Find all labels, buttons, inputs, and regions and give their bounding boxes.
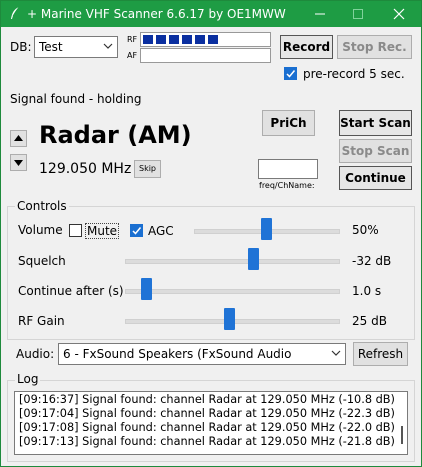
meter-segment	[195, 35, 205, 44]
log-scrollbar[interactable]	[401, 426, 403, 444]
triangle-up-icon	[14, 135, 23, 141]
start-scan-button-label: Start Scan	[340, 116, 411, 130]
start-scan-button[interactable]: Start Scan	[339, 110, 412, 136]
squelch-value: -32 dB	[352, 254, 392, 268]
freq-label: freq/ChName:	[259, 181, 315, 190]
stop-scan-button[interactable]: Stop Scan	[339, 139, 412, 163]
meter-segment	[182, 35, 192, 44]
audio-label: Audio:	[16, 347, 55, 361]
log-line: [09:17:04] Signal found: channel Radar a…	[19, 407, 395, 420]
chevron-down-icon	[103, 43, 113, 49]
rf-gain-value: 25 dB	[352, 314, 387, 328]
db-select[interactable]: Test	[34, 36, 118, 58]
meter-segment	[156, 35, 166, 44]
db-selected-value: Test	[39, 40, 63, 54]
feather-icon	[11, 6, 20, 19]
minimize-icon	[315, 13, 325, 15]
triangle-down-icon	[14, 160, 23, 166]
rf-level-meter	[140, 32, 271, 47]
stop-scan-button-label: Stop Scan	[341, 144, 410, 158]
db-label: DB:	[10, 40, 32, 54]
controls-title: Controls	[15, 199, 69, 213]
close-button[interactable]	[377, 1, 421, 27]
continue-after-slider-thumb[interactable]	[141, 278, 153, 300]
refresh-button-label: Refresh	[357, 347, 404, 361]
meter-segment	[208, 35, 218, 44]
continue-after-label: Continue after (s)	[18, 284, 124, 298]
log-line: [09:17:13] Signal found: channel Radar a…	[19, 435, 395, 448]
checkmark-icon	[132, 227, 142, 235]
refresh-button[interactable]: Refresh	[353, 342, 408, 366]
meter-segment	[143, 35, 153, 44]
title-bar[interactable]: + Marine VHF Scanner 6.6.17 by OE1MWW	[1, 1, 421, 27]
volume-slider-thumb[interactable]	[261, 218, 272, 240]
af-level-meter	[140, 48, 271, 63]
continue-button-label: Continue	[345, 171, 406, 185]
agc-label: AGC	[148, 224, 174, 238]
channel-down-button[interactable]	[10, 154, 27, 171]
log-line: [09:17:08] Signal found: channel Radar a…	[19, 421, 395, 434]
app-window: + Marine VHF Scanner 6.6.17 by OE1MWW DB…	[0, 0, 422, 467]
log-textbox[interactable]: [09:16:37] Signal found: channel Radar a…	[14, 391, 408, 455]
prich-button[interactable]: PriCh	[262, 110, 315, 136]
rf-gain-slider-thumb[interactable]	[224, 308, 236, 330]
continue-after-value: 1.0 s	[352, 284, 382, 298]
freq-input[interactable]	[258, 159, 318, 179]
channel-name: Radar (AM)	[39, 121, 192, 149]
audio-selected-value: 6 - FxSound Speakers (FxSound Audio	[63, 347, 292, 361]
rf-gain-label: RF Gain	[18, 314, 65, 328]
stop-rec-button-label: Stop Rec.	[342, 40, 407, 54]
channel-frequency: 129.050 MHz	[39, 161, 132, 177]
rf-label: RF	[127, 35, 138, 44]
record-button[interactable]: Record	[280, 35, 333, 59]
prerecord-checkbox[interactable]	[284, 67, 297, 80]
skip-button[interactable]: Skip	[134, 160, 161, 178]
volume-label: Volume	[18, 223, 63, 237]
volume-value: 50%	[352, 223, 379, 237]
maximize-button	[339, 1, 377, 27]
checkmark-icon	[286, 70, 296, 78]
status-text: Signal found - holding	[10, 92, 142, 106]
prich-button-label: PriCh	[270, 116, 307, 130]
minimize-button[interactable]	[301, 1, 339, 27]
prerecord-label: pre-record 5 sec.	[303, 67, 405, 81]
skip-button-label: Skip	[138, 164, 156, 173]
meter-segment	[169, 35, 179, 44]
stop-rec-button[interactable]: Stop Rec.	[337, 35, 412, 59]
squelch-label: Squelch	[18, 254, 66, 268]
log-line: [09:16:37] Signal found: channel Radar a…	[19, 393, 395, 406]
squelch-slider-thumb[interactable]	[247, 248, 259, 270]
chevron-down-icon	[331, 350, 341, 356]
audio-device-select[interactable]: 6 - FxSound Speakers (FxSound Audio	[58, 343, 346, 365]
window-title: + Marine VHF Scanner 6.6.17 by OE1MWW	[27, 7, 286, 21]
maximize-icon	[353, 9, 363, 19]
close-icon	[393, 8, 405, 20]
af-label: AF	[127, 51, 138, 60]
continue-button[interactable]: Continue	[339, 166, 412, 190]
continue-after-slider-track[interactable]	[125, 289, 340, 294]
log-title: Log	[15, 372, 41, 386]
record-button-label: Record	[282, 40, 331, 54]
agc-checkbox[interactable]	[130, 224, 143, 237]
mute-checkbox[interactable]	[69, 224, 82, 237]
channel-up-button[interactable]	[10, 130, 27, 147]
squelch-slider-track[interactable]	[125, 259, 340, 264]
mute-label: Mute	[85, 223, 120, 239]
